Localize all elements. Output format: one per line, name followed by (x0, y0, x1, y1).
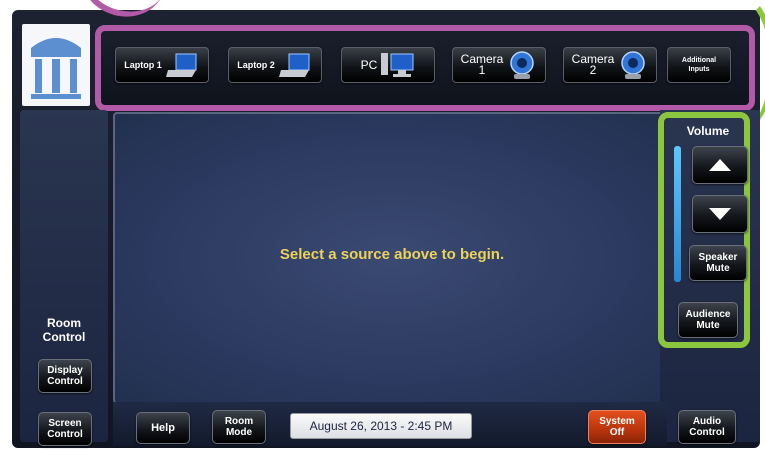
volume-title: Volume (686, 124, 730, 138)
volume-level-bar[interactable] (674, 146, 681, 282)
volume-down-button[interactable] (692, 195, 748, 233)
source-label: Camera 2 (571, 52, 615, 77)
laptop-icon (165, 53, 197, 77)
triangle-down-icon (709, 208, 731, 220)
desktop-computer-icon (381, 53, 414, 77)
logo (22, 24, 90, 106)
screen-control-button[interactable]: Screen Control (38, 412, 92, 446)
triangle-up-icon (709, 159, 731, 171)
speaker-mute-button[interactable]: Speaker Mute (689, 245, 747, 281)
source-laptop-2-button[interactable]: Laptop 2 (228, 47, 322, 83)
old-well-logo-icon (31, 38, 81, 99)
source-label: PC (360, 57, 378, 72)
source-label: Additional Inputs (681, 57, 717, 73)
source-additional-inputs-button[interactable]: Additional Inputs (667, 47, 731, 83)
source-label: Laptop 2 (237, 59, 275, 70)
audio-control-button[interactable]: Audio Control (678, 410, 736, 444)
camera-icon (510, 51, 535, 79)
system-off-button[interactable]: System Off (588, 410, 646, 444)
room-control-title: Room Control (42, 316, 86, 344)
volume-up-button[interactable] (692, 146, 748, 184)
source-laptop-1-button[interactable]: Laptop 1 (115, 47, 209, 83)
laptop-icon (278, 53, 310, 77)
display-control-button[interactable]: Display Control (38, 359, 92, 393)
camera-icon (621, 51, 646, 79)
source-label: Camera 1 (460, 52, 504, 77)
date-time-display: August 26, 2013 - 2:45 PM (290, 413, 472, 439)
room-mode-button[interactable]: Room Mode (212, 410, 266, 444)
main-display-area: Select a source above to begin. (113, 112, 671, 404)
select-source-prompt: Select a source above to begin. (279, 246, 505, 263)
source-label: Laptop 1 (124, 59, 162, 70)
audience-mute-button[interactable]: Audience Mute (678, 302, 738, 338)
help-button[interactable]: Help (136, 412, 190, 444)
source-camera-1-button[interactable]: Camera 1 (452, 47, 546, 83)
source-pc-button[interactable]: PC (341, 47, 435, 83)
source-camera-2-button[interactable]: Camera 2 (563, 47, 657, 83)
